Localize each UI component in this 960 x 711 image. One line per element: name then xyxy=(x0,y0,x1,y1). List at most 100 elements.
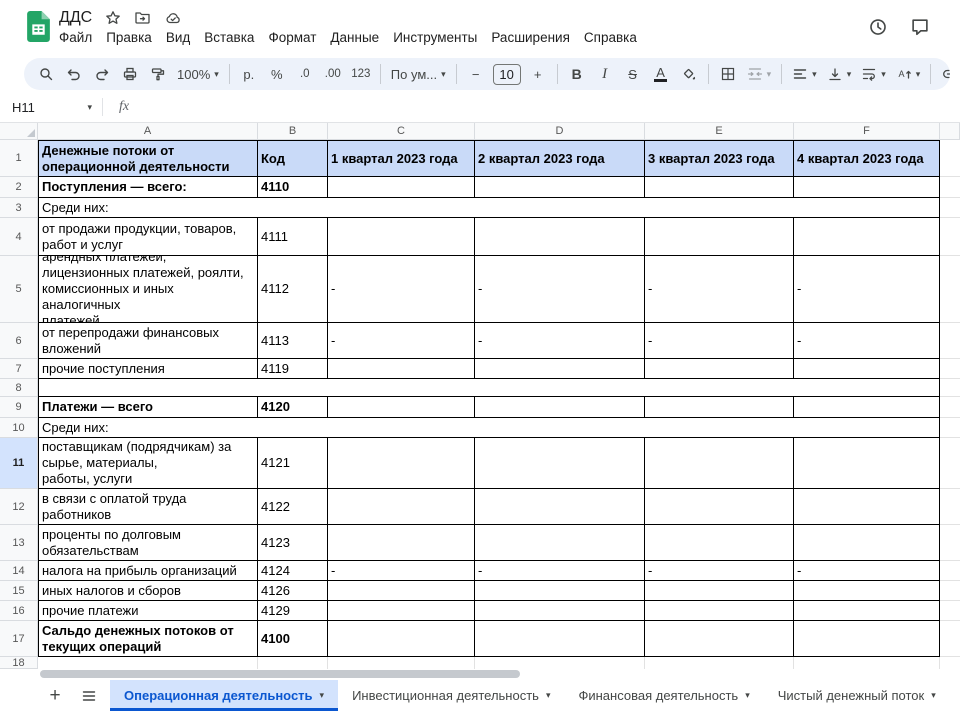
cell-E2[interactable] xyxy=(645,177,794,198)
cell-E8[interactable] xyxy=(645,379,794,397)
format-percent-button[interactable]: % xyxy=(263,62,291,86)
cell-C6[interactable]: - xyxy=(328,323,475,359)
comments-icon[interactable] xyxy=(910,17,930,37)
cell-E1[interactable]: 3 квартал 2023 года xyxy=(645,140,794,177)
cell-F9[interactable] xyxy=(794,397,940,418)
column-header-A[interactable]: A xyxy=(38,123,258,140)
row-header-17[interactable]: 17 xyxy=(0,621,38,657)
text-wrap-button[interactable]: ▾ xyxy=(856,62,891,86)
cell-B5[interactable]: 4112 xyxy=(258,256,328,323)
cell-E18[interactable] xyxy=(645,657,794,669)
paint-format-icon[interactable] xyxy=(144,62,172,86)
strikethrough-button[interactable]: S xyxy=(619,62,647,86)
cell-A4[interactable]: от продажи продукции, товаров, работ и у… xyxy=(38,218,258,256)
row-header-12[interactable]: 12 xyxy=(0,489,38,525)
cell-A12[interactable]: в связи с оплатой труда работников xyxy=(38,489,258,525)
cell-C9[interactable] xyxy=(328,397,475,418)
column-header-C[interactable]: C xyxy=(328,123,475,140)
cell-A14[interactable]: налога на прибыль организаций xyxy=(38,561,258,581)
cell-A9[interactable]: Платежи — всего xyxy=(38,397,258,418)
cell-D11[interactable] xyxy=(475,438,645,489)
cell-F18[interactable] xyxy=(794,657,940,669)
merge-cells-button[interactable]: ▾ xyxy=(742,62,777,86)
formula-input[interactable] xyxy=(129,92,960,122)
row-header-4[interactable]: 4 xyxy=(0,218,38,256)
row-header-5[interactable]: 5 xyxy=(0,256,38,323)
decrease-font-size-button[interactable]: − xyxy=(462,62,490,86)
cell-B17[interactable]: 4100 xyxy=(258,621,328,657)
cell-A7[interactable]: прочие поступления xyxy=(38,359,258,379)
column-header-B[interactable]: B xyxy=(258,123,328,140)
increase-decimal-button[interactable]: .00 xyxy=(319,62,347,86)
cell-F5[interactable]: - xyxy=(794,256,940,323)
cell-C17[interactable] xyxy=(328,621,475,657)
fill-color-icon[interactable] xyxy=(675,62,703,86)
cell-D9[interactable] xyxy=(475,397,645,418)
cell-D1[interactable]: 2 квартал 2023 года xyxy=(475,140,645,177)
cell-E13[interactable] xyxy=(645,525,794,561)
cell-B11[interactable]: 4121 xyxy=(258,438,328,489)
cloud-status-icon[interactable] xyxy=(164,10,182,26)
cell-B3[interactable] xyxy=(258,198,328,218)
cell-C4[interactable] xyxy=(328,218,475,256)
cell-C1[interactable]: 1 квартал 2023 года xyxy=(328,140,475,177)
insert-link-icon[interactable] xyxy=(936,62,950,86)
cell-B6[interactable]: 4113 xyxy=(258,323,328,359)
vertical-align-button[interactable]: ▾ xyxy=(822,62,857,86)
cell-E5[interactable]: - xyxy=(645,256,794,323)
cell-B4[interactable]: 4111 xyxy=(258,218,328,256)
cell-A13[interactable]: проценты по долговым обязательствам xyxy=(38,525,258,561)
tab-operational-activity[interactable]: Операционная деятельность ▾ xyxy=(110,680,338,711)
tab-financing-activity[interactable]: Финансовая деятельность ▾ xyxy=(564,680,763,711)
cell-D3[interactable] xyxy=(475,198,645,218)
cell-C10[interactable] xyxy=(328,418,475,438)
cell-D2[interactable] xyxy=(475,177,645,198)
cell-D15[interactable] xyxy=(475,581,645,601)
menu-view[interactable]: Вид xyxy=(159,28,197,47)
font-size-input[interactable]: 10 xyxy=(493,64,521,85)
menu-format[interactable]: Формат xyxy=(261,28,323,47)
cell-D17[interactable] xyxy=(475,621,645,657)
menu-file[interactable]: Файл xyxy=(52,28,99,47)
zoom-select[interactable]: 100% ▾ xyxy=(172,62,224,86)
cell-B8[interactable] xyxy=(258,379,328,397)
cell-D14[interactable]: - xyxy=(475,561,645,581)
row-header-8[interactable]: 8 xyxy=(0,379,38,397)
cell-E4[interactable] xyxy=(645,218,794,256)
cell-F7[interactable] xyxy=(794,359,940,379)
cell-F6[interactable]: - xyxy=(794,323,940,359)
cell-F15[interactable] xyxy=(794,581,940,601)
cell-A3[interactable]: Среди них: xyxy=(38,198,258,218)
row-header-6[interactable]: 6 xyxy=(0,323,38,359)
cell-F10[interactable] xyxy=(794,418,940,438)
cell-E15[interactable] xyxy=(645,581,794,601)
sheets-logo-icon[interactable] xyxy=(27,11,50,42)
row-header-3[interactable]: 3 xyxy=(0,198,38,218)
menu-extensions[interactable]: Расширения xyxy=(484,28,577,47)
cell-D10[interactable] xyxy=(475,418,645,438)
cell-A11[interactable]: поставщикам (подрядчикам) за сырье, мате… xyxy=(38,438,258,489)
cell-D18[interactable] xyxy=(475,657,645,669)
cell-D6[interactable]: - xyxy=(475,323,645,359)
cell-A6[interactable]: от перепродажи финансовых вложений xyxy=(38,323,258,359)
text-rotation-button[interactable]: A ▾ xyxy=(891,62,926,86)
cell-B13[interactable]: 4123 xyxy=(258,525,328,561)
cell-C16[interactable] xyxy=(328,601,475,621)
cell-F2[interactable] xyxy=(794,177,940,198)
format-currency-button[interactable]: р. xyxy=(235,62,263,86)
cell-F12[interactable] xyxy=(794,489,940,525)
all-sheets-button[interactable] xyxy=(76,683,102,709)
name-box[interactable]: H11 ▾ xyxy=(0,100,92,115)
menu-edit[interactable]: Правка xyxy=(99,28,159,47)
row-header-11[interactable]: 11 xyxy=(0,438,38,489)
horizontal-align-button[interactable]: ▾ xyxy=(787,62,822,86)
cell-B14[interactable]: 4124 xyxy=(258,561,328,581)
cell-E14[interactable]: - xyxy=(645,561,794,581)
select-all-corner[interactable] xyxy=(0,123,38,140)
cell-A18[interactable] xyxy=(38,657,258,669)
print-icon[interactable] xyxy=(116,62,144,86)
font-select[interactable]: По ум... ▾ xyxy=(386,62,451,86)
add-sheet-button[interactable]: + xyxy=(42,683,68,709)
italic-button[interactable]: I xyxy=(591,62,619,86)
row-header-10[interactable]: 10 xyxy=(0,418,38,438)
